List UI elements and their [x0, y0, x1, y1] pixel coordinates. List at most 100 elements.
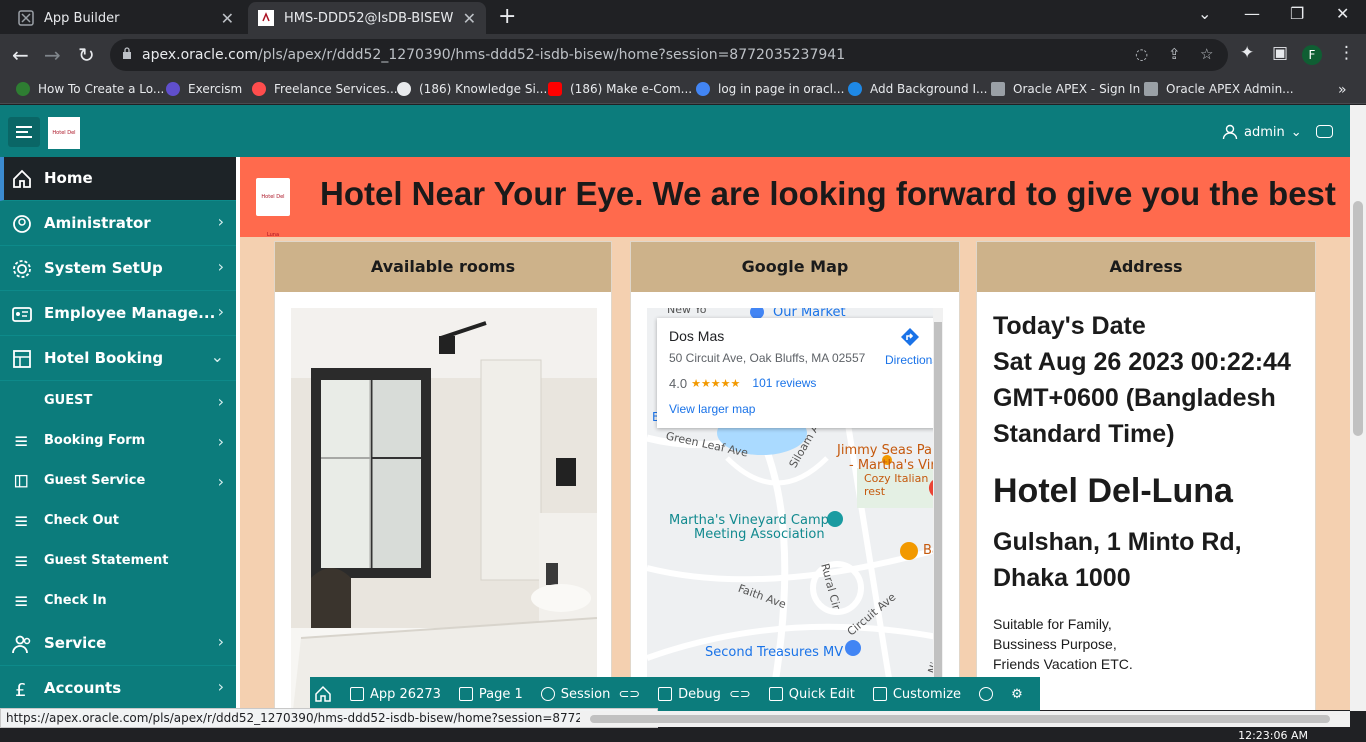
- bookmark-item[interactable]: (186) Knowledge Si...: [397, 82, 547, 96]
- larger-map-link[interactable]: View larger map: [669, 402, 755, 416]
- chevron-right-icon: ›: [217, 677, 224, 696]
- quick-edit-button[interactable]: Quick Edit: [768, 687, 855, 702]
- bookmark-item[interactable]: How To Create a Lo...: [16, 82, 164, 96]
- panel-icon: [14, 474, 28, 488]
- home-icon[interactable]: [314, 685, 332, 703]
- debug-button[interactable]: Debug ⊂⊃: [658, 687, 751, 702]
- restore-icon[interactable]: ❐: [1290, 4, 1304, 23]
- sidebar-item-home[interactable]: Home: [0, 157, 236, 201]
- app-logo[interactable]: Hotel Del Luna: [48, 117, 80, 168]
- new-tab-icon[interactable]: +: [498, 4, 516, 29]
- session-button[interactable]: Session ⊂⊃: [540, 686, 641, 702]
- map-scrollbar[interactable]: [933, 308, 943, 710]
- sidebar-item-employee-manage[interactable]: Employee Manage... ›: [0, 292, 236, 336]
- sidebar-item-hotel-booking[interactable]: Hotel Booking ⌄: [0, 337, 236, 381]
- bookmark-icon: [16, 82, 30, 96]
- chevron-right-icon: ›: [217, 472, 224, 491]
- home-icon: [13, 169, 31, 188]
- reviews-link[interactable]: 101 reviews: [752, 376, 816, 392]
- info-icon[interactable]: [979, 687, 994, 701]
- feedback-icon[interactable]: [1316, 125, 1333, 138]
- vertical-scrollbar[interactable]: [1350, 105, 1366, 711]
- card-title: Available rooms: [275, 242, 611, 292]
- minimize-icon[interactable]: —: [1244, 4, 1260, 23]
- sidepanel-icon[interactable]: ▣: [1272, 43, 1288, 63]
- chevron-down-icon: ⌄: [1290, 124, 1302, 140]
- bookmark-item[interactable]: log in page in oracl...: [696, 82, 844, 96]
- suitable-line: Suitable for Family,: [993, 616, 1112, 632]
- tab-app-builder[interactable]: App Builder ✕: [8, 2, 244, 34]
- sidebar-item-aministrator[interactable]: Aministrator ›: [0, 202, 236, 246]
- svg-text:£: £: [15, 680, 26, 699]
- address-card: Address Today's Date Sat Aug 26 2023 00:…: [976, 241, 1316, 710]
- horizontal-scrollbar[interactable]: [580, 711, 1350, 727]
- place-name: Dos Mas: [669, 328, 725, 344]
- apex-icon: [18, 10, 34, 26]
- sidebar-item-guest-statement[interactable]: Guest Statement: [0, 542, 236, 582]
- sidebar-item-service[interactable]: Service ›: [0, 622, 236, 666]
- map-label: New Yo: [667, 308, 707, 316]
- list-icon: [15, 516, 27, 526]
- status-url: https://apex.oracle.com/pls/apex/r/ddd52…: [0, 708, 658, 728]
- sidebar-item-guest-service[interactable]: Guest Service ›: [0, 462, 236, 502]
- extensions-icon[interactable]: ✦: [1240, 43, 1254, 63]
- settings-gear-icon[interactable]: ⚙: [1011, 687, 1023, 702]
- bookmark-icon: [166, 82, 180, 96]
- sidebar-item-system-setup[interactable]: System SetUp ›: [0, 247, 236, 291]
- tab-title: HMS-DDD52@IsDB-BISEW: [284, 10, 454, 26]
- profile-avatar[interactable]: F: [1302, 45, 1322, 65]
- date-value: Sat Aug 26 2023 00:22:44 GMT+0600 (Bangl…: [993, 348, 1291, 448]
- bookmark-item[interactable]: (186) Make e-Com...: [548, 82, 692, 96]
- list-icon: [15, 596, 27, 606]
- star-icon[interactable]: ☆: [1200, 45, 1213, 63]
- bookmark-item[interactable]: Oracle APEX - Sign In: [991, 82, 1140, 96]
- street-address: Gulshan, 1 Minto Rd, Dhaka 1000: [993, 528, 1242, 592]
- bug-icon: [658, 687, 673, 701]
- sidebar-item-label: Check In: [44, 593, 107, 608]
- sidebar-item-accounts[interactable]: £ Accounts ›: [0, 667, 236, 710]
- sidebar-item-label: GUEST: [44, 393, 93, 408]
- map-label: Second Treasures MV: [705, 645, 844, 660]
- menu-dots-icon[interactable]: ⋮: [1338, 43, 1355, 63]
- sidebar-item-check-out[interactable]: Check Out: [0, 502, 236, 542]
- bookmark-item[interactable]: Oracle APEX Admin...: [1144, 82, 1294, 96]
- more-bookmarks-icon[interactable]: »: [1338, 82, 1347, 98]
- sidebar-item-label: Guest Service: [44, 473, 146, 488]
- share-icon[interactable]: ⇪: [1168, 45, 1181, 63]
- close-window-icon[interactable]: ✕: [1336, 4, 1349, 23]
- customize-button[interactable]: Customize: [872, 687, 961, 702]
- bookmark-icon: [397, 82, 411, 96]
- close-icon[interactable]: ✕: [463, 9, 476, 28]
- back-icon[interactable]: ←: [12, 43, 29, 67]
- app-button[interactable]: App 26273: [350, 687, 441, 702]
- directions-icon: [901, 328, 919, 346]
- close-icon[interactable]: ✕: [221, 9, 234, 28]
- url-path: /pls/apex/r/ddd52_1270390/hms-ddd52-isdb…: [258, 47, 846, 63]
- tab-hms[interactable]: HMS-DDD52@IsDB-BISEW ✕: [248, 2, 486, 34]
- map-info-card: Dos Mas 50 Circuit Ave, Oak Bluffs, MA 0…: [657, 318, 943, 428]
- apex-app: Hotel Del Luna admin ⌄ Home Aministrator ›…: [0, 105, 1350, 710]
- chevron-down-icon[interactable]: ⌄: [1198, 4, 1211, 23]
- forward-icon[interactable]: →: [44, 43, 61, 67]
- bookmark-item[interactable]: Add Background I...: [848, 82, 987, 96]
- eye-off-icon[interactable]: ◌: [1135, 45, 1148, 63]
- url-field[interactable]: apex.oracle.com/pls/apex/r/ddd52_1270390…: [110, 39, 1228, 71]
- page-button[interactable]: Page 1: [458, 687, 523, 702]
- sidebar-item-booking-form[interactable]: Booking Form ›: [0, 422, 236, 462]
- chevron-right-icon: ›: [217, 432, 224, 451]
- menu-toggle-button[interactable]: [8, 117, 40, 147]
- hotel-name: Hotel Del-Luna: [993, 472, 1233, 510]
- bookmark-icon: [848, 82, 862, 96]
- directions-button[interactable]: Directions: [885, 326, 938, 367]
- user-menu[interactable]: admin ⌄: [1222, 124, 1302, 140]
- bookmark-item[interactable]: Freelance Services...: [252, 82, 398, 96]
- google-map[interactable]: New Yo Our Market B Green Leaf Ave Siloa…: [647, 308, 943, 710]
- bookmark-item[interactable]: Exercism: [166, 82, 242, 96]
- toggle-icon: ⊂⊃: [618, 686, 641, 702]
- sidebar-item-guest[interactable]: GUEST ›: [0, 382, 236, 422]
- rooms-card: Available rooms: [274, 241, 612, 710]
- reload-icon[interactable]: ↻: [78, 43, 95, 67]
- sidebar-item-check-in[interactable]: Check In: [0, 582, 236, 622]
- card-title: Google Map: [631, 242, 959, 292]
- chevron-right-icon: ›: [217, 257, 224, 276]
